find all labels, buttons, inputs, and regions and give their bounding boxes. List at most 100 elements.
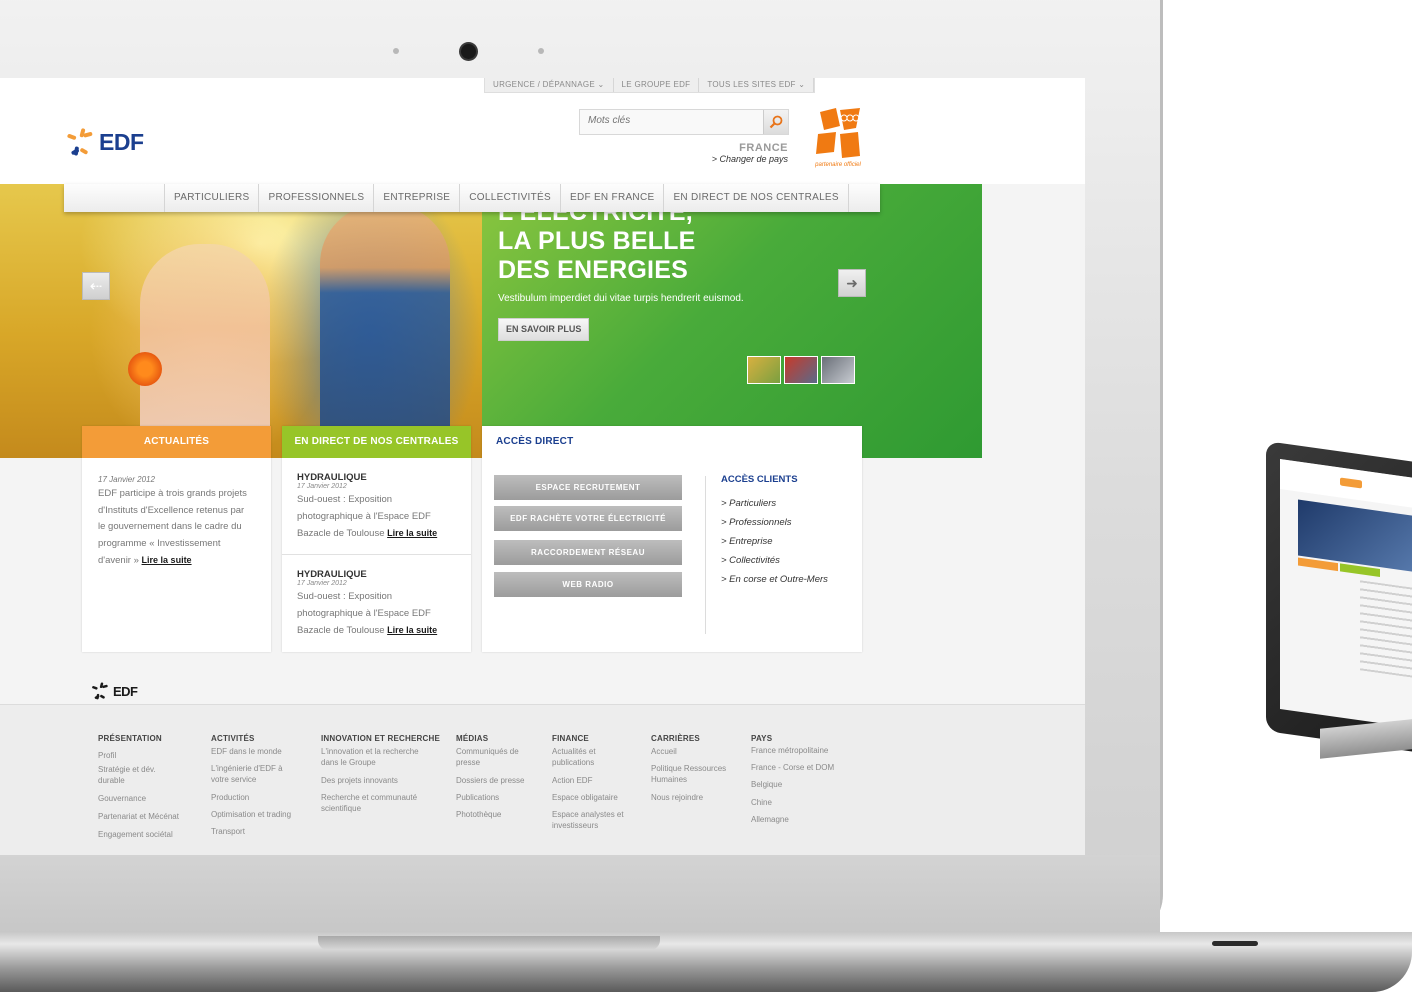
live-item-line: Sud-ouest : Exposition xyxy=(297,494,393,505)
footer-link[interactable]: Transport xyxy=(211,826,245,837)
hero-title-line: LA PLUS BELLE xyxy=(498,227,696,255)
carousel-next-button[interactable]: ➜ xyxy=(838,269,866,297)
search-button[interactable] xyxy=(763,110,788,134)
news-body: EDF participe à trois grands projets d'I… xyxy=(98,486,260,570)
footer-link[interactable]: L'innovation et la recherche dans le Grou… xyxy=(321,746,419,768)
footer-link[interactable]: EDF dans le monde xyxy=(211,746,282,757)
live-item-title: HYDRAULIQUE xyxy=(297,569,367,580)
news-line: programme « Investissement xyxy=(98,537,221,549)
live-item-title: HYDRAULIQUE xyxy=(297,472,367,483)
footer-link[interactable]: France - Corse et DOM xyxy=(751,762,834,773)
news-header[interactable]: ACTUALITÉS xyxy=(82,426,271,458)
footer-link[interactable]: Dossiers de presse xyxy=(456,775,524,786)
footer-link[interactable]: Espace obligataire xyxy=(552,792,618,803)
main-nav: PARTICULIERS PROFESSIONNELS ENTREPRISE C… xyxy=(64,184,880,212)
search-input[interactable] xyxy=(580,110,756,131)
util-link-groupe[interactable]: LE GROUPE EDF xyxy=(614,78,700,92)
client-link-particuliers[interactable]: > Particuliers xyxy=(721,494,828,513)
nav-collectivites[interactable]: COLLECTIVITÉS xyxy=(460,184,561,212)
carousel-prev-button[interactable]: ⇠ xyxy=(82,272,110,300)
footer-link[interactable]: Partenariat et Mécénat xyxy=(98,811,179,822)
footer-link[interactable]: Publications xyxy=(456,792,499,803)
footer-link[interactable]: Actualités et publications xyxy=(552,746,596,768)
footer-link[interactable]: Profil xyxy=(98,750,116,761)
news-date: 17 Janvier 2012 xyxy=(98,475,155,484)
change-country-link[interactable]: > Changer de pays xyxy=(700,154,788,164)
carousel-thumb[interactable] xyxy=(747,356,781,384)
carousel-thumb[interactable] xyxy=(821,356,855,384)
laptop-base xyxy=(0,932,1412,992)
recruitment-button[interactable]: ESPACE RECRUTEMENT xyxy=(494,475,682,500)
london-2012-logo-icon xyxy=(816,108,860,158)
footer-link[interactable]: France métropolitaine xyxy=(751,745,828,756)
footer-link[interactable]: Allemagne xyxy=(751,814,789,825)
footer-link[interactable]: Chine xyxy=(751,797,772,808)
carousel-thumb[interactable] xyxy=(784,356,818,384)
live-item-line: Bazacle de Toulouse xyxy=(297,625,388,637)
nav-professionnels[interactable]: PROFESSIONNELS xyxy=(259,184,375,212)
client-link-collectivites[interactable]: > Collectivités xyxy=(721,551,828,570)
footer-link[interactable]: Belgique xyxy=(751,779,782,790)
hero-photo-flower xyxy=(128,352,162,386)
access-header: ACCÈS DIRECT xyxy=(482,426,862,458)
footer-link[interactable]: Optimisation et trading xyxy=(211,809,291,820)
footer-link[interactable]: Production xyxy=(211,792,249,803)
learn-more-button[interactable]: EN SAVOIR PLUS xyxy=(498,318,590,341)
logo-wordmark: EDF xyxy=(99,128,144,155)
nav-edf-en-france[interactable]: EDF EN FRANCE xyxy=(561,184,665,212)
footer-link[interactable]: Communiqués de presse xyxy=(456,746,519,768)
live-item: HYDRAULIQUE 17 Janvier 2012 Sud-ouest : … xyxy=(297,569,463,640)
news-panel: ACTUALITÉS 17 Janvier 2012 EDF participe… xyxy=(82,426,271,652)
clients-list: > Particuliers > Professionnels > Entrep… xyxy=(721,494,828,589)
nav-particuliers[interactable]: PARTICULIERS xyxy=(164,184,260,212)
live-read-more-link[interactable]: Lire la suite xyxy=(387,528,437,538)
footer-link[interactable]: Action EDF xyxy=(552,775,592,786)
footer-link[interactable]: Stratégie et dév. durable xyxy=(98,764,156,786)
footer-link[interactable]: Accueil xyxy=(651,746,677,757)
footer-logo-wordmark: EDF xyxy=(113,683,138,699)
footer-link[interactable]: L'ingénierie d'EDF à votre service xyxy=(211,763,283,785)
news-line: EDF participe à trois grands projets xyxy=(98,488,247,499)
news-line: d'Instituts d'Excellence retenus par xyxy=(98,504,245,516)
live-item-text: Sud-ouest : Exposition photographique à … xyxy=(297,492,463,543)
edf-logo[interactable]: EDF xyxy=(64,126,144,158)
footer-column-title[interactable]: PRÉSENTATION xyxy=(98,734,162,743)
partner-caption: partenaire officiel xyxy=(815,162,861,168)
divider xyxy=(705,476,706,634)
footer-column-title[interactable]: CARRIÈRES xyxy=(651,734,700,743)
arrow-left-icon: ⇠ xyxy=(89,278,103,295)
footer-logo[interactable]: EDF xyxy=(90,681,138,701)
news-line: le gouvernement dans le cadre du xyxy=(98,521,242,533)
live-read-more-link[interactable]: Lire la suite xyxy=(387,625,437,635)
footer-column-title[interactable]: FINANCE xyxy=(552,734,589,743)
client-link-entreprise[interactable]: > Entreprise xyxy=(721,532,828,551)
util-link-urgence[interactable]: URGENCE / DÉPANNAGE ⌄ xyxy=(485,78,614,92)
secondary-laptop-screen xyxy=(1280,459,1412,730)
footer-link[interactable]: Engagement sociétal xyxy=(98,829,173,840)
nav-entreprise[interactable]: ENTREPRISE xyxy=(374,184,461,212)
footer-link[interactable]: Photothèque xyxy=(456,809,501,820)
footer-link[interactable]: Gouvernance xyxy=(98,793,146,804)
hero-text: Vestibulum imperdiet dui vitae turpis he… xyxy=(498,293,744,304)
client-link-professionnels[interactable]: > Professionnels xyxy=(721,513,828,532)
util-link-sites[interactable]: TOUS LES SITES EDF ⌄ xyxy=(699,78,815,92)
footer-column-title[interactable]: INNOVATION ET RECHERCHE xyxy=(321,734,440,743)
news-read-more-link[interactable]: Lire la suite xyxy=(142,555,192,565)
footer-link[interactable]: Espace analystes et investisseurs xyxy=(552,809,624,831)
footer-link[interactable]: Recherche et communauté scientifique xyxy=(321,792,417,814)
footer-column-title[interactable]: PAYS xyxy=(751,734,772,743)
status-led xyxy=(1212,941,1258,946)
footer-link[interactable]: Des projets innovants xyxy=(321,775,398,786)
footer-column-title[interactable]: MÉDIAS xyxy=(456,734,488,743)
edf-flower-icon xyxy=(92,682,108,700)
buyback-button[interactable]: EDF RACHÈTE VOTRE ÉLECTRICITÉ xyxy=(494,506,682,531)
grid-connection-button[interactable]: RACCORDEMENT RÉSEAU xyxy=(494,540,682,565)
nav-en-direct[interactable]: EN DIRECT DE NOS CENTRALES xyxy=(664,184,849,212)
footer-link[interactable]: Nous rejoindre xyxy=(651,792,703,803)
search-icon xyxy=(769,115,783,129)
web-radio-button[interactable]: WEB RADIO xyxy=(494,572,682,597)
footer-link[interactable]: Politique Ressources Humaines xyxy=(651,763,726,785)
footer-column-title[interactable]: ACTIVITÉS xyxy=(211,734,255,743)
client-link-outre-mer[interactable]: > En corse et Outre-Mers xyxy=(721,570,828,589)
live-header[interactable]: EN DIRECT DE NOS CENTRALES xyxy=(282,426,471,458)
